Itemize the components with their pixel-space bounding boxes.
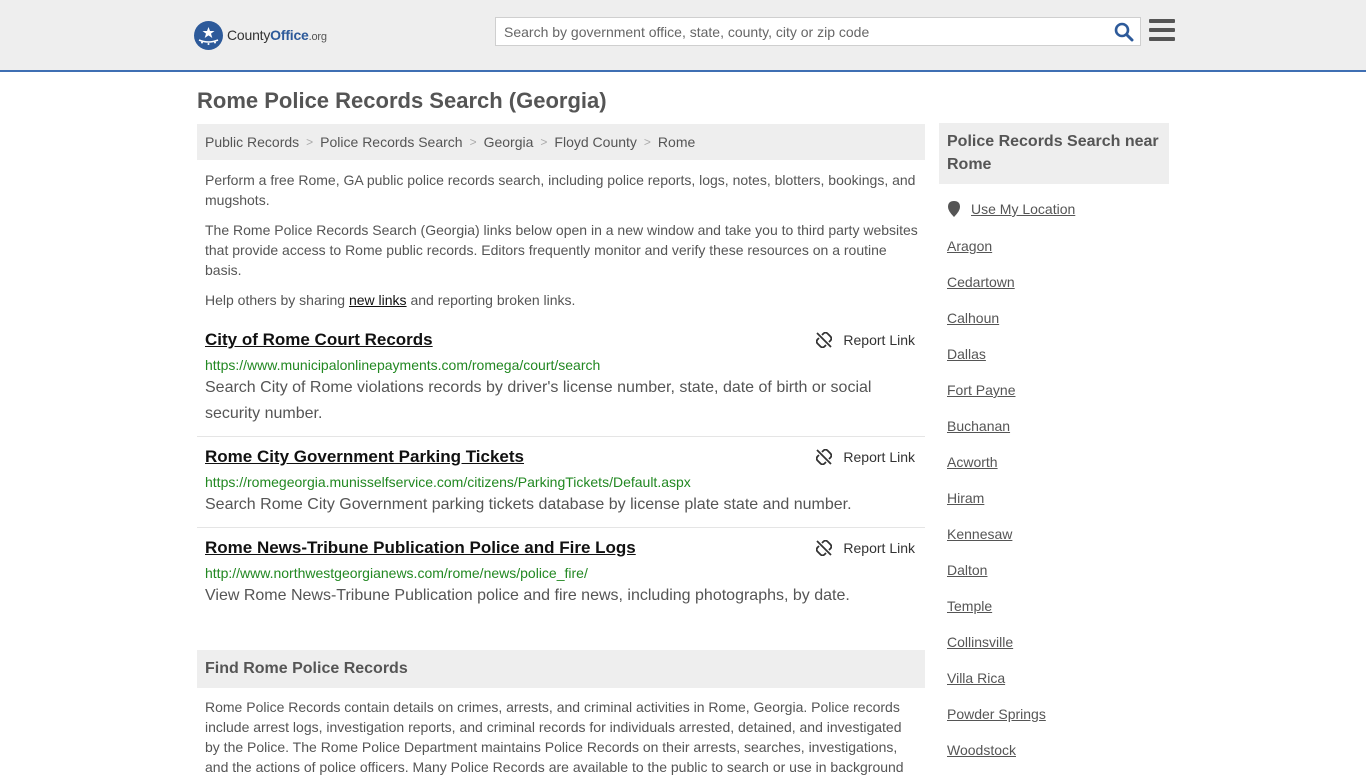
record-entry-title[interactable]: City of Rome Court Records <box>205 330 433 350</box>
sidebar-city-link[interactable]: Acworth <box>947 454 998 470</box>
breadcrumb: Public Records > Police Records Search >… <box>197 124 925 160</box>
report-link-button[interactable]: Report Link <box>816 332 915 348</box>
sidebar-heading: Police Records Search near Rome <box>939 123 1169 184</box>
sidebar-city-link[interactable]: Aragon <box>947 238 992 254</box>
find-section-heading: Find Rome Police Records <box>197 650 925 688</box>
search-bar <box>495 17 1141 46</box>
logo-emblem-icon <box>194 20 223 50</box>
report-link-button[interactable]: Report Link <box>816 540 915 556</box>
record-entry: City of Rome Court Records Report Link h… <box>197 330 925 430</box>
breadcrumb-separator-icon: > <box>643 135 651 149</box>
record-entry: Rome News-Tribune Publication Police and… <box>197 538 925 613</box>
breadcrumb-item-police-records-search[interactable]: Police Records Search <box>320 134 462 150</box>
report-link-button[interactable]: Report Link <box>816 449 915 465</box>
entry-divider <box>197 527 925 528</box>
sidebar-city-link[interactable]: Temple <box>947 598 992 614</box>
sidebar-city-link[interactable]: Hiram <box>947 490 984 506</box>
intro-paragraph: Perform a free Rome, GA public police re… <box>205 172 916 208</box>
sidebar-city-link[interactable]: Dalton <box>947 562 987 578</box>
map-pin-icon <box>948 201 960 217</box>
disclaimer-paragraph: The Rome Police Records Search (Georgia)… <box>205 222 918 278</box>
use-my-location-link[interactable]: Use My Location <box>947 201 1075 217</box>
share-links-paragraph: Help others by sharing new links and rep… <box>205 292 576 308</box>
new-links-link[interactable]: new links <box>349 292 407 308</box>
sidebar-city-link[interactable]: Woodstock <box>947 742 1016 758</box>
site-header: CountyOffice.org <box>0 0 1366 72</box>
breadcrumb-item-georgia[interactable]: Georgia <box>484 134 534 150</box>
breadcrumb-item-rome: Rome <box>657 134 696 150</box>
site-logo[interactable]: CountyOffice.org <box>194 20 327 50</box>
record-entry-title[interactable]: Rome City Government Parking Tickets <box>205 447 524 467</box>
broken-link-icon <box>816 540 833 556</box>
broken-link-icon <box>816 332 833 348</box>
record-entry-url: https://www.municipalonlinepayments.com/… <box>205 357 601 373</box>
sidebar-city-link[interactable]: Fort Payne <box>947 382 1015 398</box>
sidebar-city-link[interactable]: Kennesaw <box>947 526 1012 542</box>
search-input[interactable] <box>496 18 1106 45</box>
breadcrumb-separator-icon: > <box>540 135 548 149</box>
find-section-body: Rome Police Records contain details on c… <box>205 699 904 775</box>
sidebar-city-link[interactable]: Cedartown <box>947 274 1015 290</box>
broken-link-icon <box>816 449 833 465</box>
record-entry-description: Search City of Rome violations records b… <box>205 379 872 422</box>
record-entry-description: Search Rome City Government parking tick… <box>205 496 852 513</box>
hamburger-menu-icon[interactable] <box>1149 19 1175 43</box>
record-entry: Rome City Government Parking Tickets Rep… <box>197 447 925 522</box>
breadcrumb-separator-icon: > <box>306 135 314 149</box>
record-entry-description: View Rome News-Tribune Publication polic… <box>205 587 850 604</box>
breadcrumb-item-public-records[interactable]: Public Records <box>205 134 299 150</box>
breadcrumb-separator-icon: > <box>469 135 477 149</box>
logo-wordmark: CountyOffice.org <box>227 27 327 43</box>
sidebar-city-link[interactable]: Calhoun <box>947 310 999 326</box>
sidebar-city-link[interactable]: Powder Springs <box>947 706 1046 722</box>
search-icon[interactable] <box>1114 22 1134 42</box>
entry-divider <box>197 436 925 437</box>
sidebar-city-link[interactable]: Collinsville <box>947 634 1013 650</box>
breadcrumb-item-floyd-county[interactable]: Floyd County <box>554 134 636 150</box>
sidebar-city-link[interactable]: Buchanan <box>947 418 1010 434</box>
sidebar-city-link[interactable]: Dallas <box>947 346 986 362</box>
page-title: Rome Police Records Search (Georgia) <box>197 88 607 113</box>
record-entry-url: http://www.northwestgeorgianews.com/rome… <box>205 565 588 581</box>
record-entry-title[interactable]: Rome News-Tribune Publication Police and… <box>205 538 636 558</box>
record-entry-url: https://romegeorgia.munisselfservice.com… <box>205 474 691 490</box>
sidebar-city-link[interactable]: Villa Rica <box>947 670 1005 686</box>
